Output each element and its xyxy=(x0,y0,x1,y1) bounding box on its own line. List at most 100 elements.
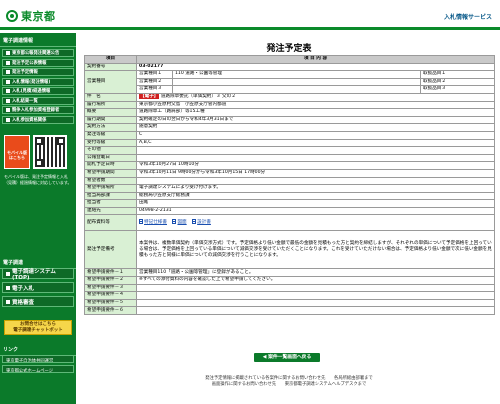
sidebar-item-bid-results[interactable]: 入札結果一覧 xyxy=(2,96,74,105)
sidebar: 電子調達情報 東京都公報発注関連公告 発注予定公表情報 発注予定情報 入札情報(… xyxy=(0,33,76,404)
subject-cell: 【電子】 道路除草委託（単価契約）３ 父の２ xyxy=(135,92,496,102)
row-label: 履行期間 xyxy=(84,115,137,125)
sidebar-item-gazette[interactable]: 東京都公報発注関連公告 xyxy=(2,49,74,57)
handled-item-label: 取扱品目２ xyxy=(419,77,496,87)
system-title: 入札情報サービス xyxy=(443,14,492,21)
sidebar-item-e-bidding[interactable]: 電子入札 xyxy=(2,282,74,293)
back-to-list-button[interactable]: ◀ 案件一覧画面へ戻る xyxy=(254,353,320,362)
page-title: 発注予定表 xyxy=(266,44,312,54)
row-value xyxy=(135,298,496,308)
row-value: 契約確定の日の翌日から令和4年3月31日まで xyxy=(135,115,496,125)
subject-text: 道路除草委託（単価契約）３ 父の２ xyxy=(160,94,236,100)
table-row: 履行期間 契約確定の日の翌日から令和4年3月31日まで xyxy=(84,115,496,125)
table-row: 配布資料等 特記仕様書 図面 設計書 xyxy=(84,214,496,232)
electronic-badge: 【電子】 xyxy=(139,94,160,100)
sidebar-link-tokyo-official[interactable]: 東京都公式ホームページ xyxy=(2,365,74,373)
row-value xyxy=(135,153,496,163)
row-value: 電子調達システムにより受け付けます。 xyxy=(135,184,496,193)
table-row: 希望申請要件－６ xyxy=(84,306,496,316)
footer-contact-line2: 画面操作に関するお問い合わせ先 東京都電子調達システムヘルプデスクまで xyxy=(211,382,367,387)
table-row: 契約番号 03-02177 xyxy=(84,62,496,72)
table-row: 概要 道路除草工（路肩部）等15工種 xyxy=(84,108,496,117)
row-value xyxy=(135,291,496,300)
bullet-icon xyxy=(6,285,10,290)
table-row: 発注等級 C xyxy=(84,130,496,140)
contract-number: 03-02177 xyxy=(135,62,496,72)
row-value xyxy=(135,146,496,155)
row-label: 希望申請場所 xyxy=(84,184,137,193)
tokyo-emblem-icon xyxy=(6,10,18,22)
table-row: 受付等級 A,B,C xyxy=(84,138,496,148)
sidebar-item-order-forecast-public[interactable]: 発注予定公表情報 xyxy=(2,58,74,67)
sidebar-item-qualification-review[interactable]: 資格審査 xyxy=(2,296,74,307)
table-row: 契約方法 随意契約 xyxy=(84,123,496,132)
row-label: 担当者 xyxy=(84,199,137,208)
row-label: 希望申請要件－１ xyxy=(84,268,137,278)
sidebar-item-qualification[interactable]: 入札参加資格関係 xyxy=(2,115,74,124)
sidebar-links: 東京電子自治体共同運営 東京都公式ホームページ xyxy=(0,355,76,375)
pdf-file-icon xyxy=(172,219,177,225)
header-item: 項目 xyxy=(84,55,137,64)
table-row: その他 xyxy=(84,146,496,155)
footer: 発注予定情報に掲載されている各案件に関するお問い合わせ先 各局所総由部署まで 画… xyxy=(84,376,494,388)
table-row: 希望申請要件－４ xyxy=(84,291,496,300)
bullet-icon xyxy=(6,79,10,84)
table-row: 希望者数 xyxy=(84,176,496,186)
top-bar: 東京都 入札情報サービス xyxy=(0,0,500,30)
row-value: 随意契約 xyxy=(135,123,496,132)
table-header-row: 項目 項 目 内 容 xyxy=(84,55,496,64)
row-label: 発注等級 xyxy=(84,130,137,140)
row-value xyxy=(135,176,496,186)
handled-item-label: 取扱品目１ xyxy=(419,70,496,79)
row-value xyxy=(135,306,496,316)
logo-text: 東京都 xyxy=(21,10,56,23)
row-value: ※すべての添付資料の内容を確認した上で希望申請してください。 xyxy=(135,276,496,285)
tokyo-logo[interactable]: 東京都 xyxy=(6,8,56,24)
table-row: 希望申請要件－２ ※すべての添付資料の内容を確認した上で希望申請してください。 xyxy=(84,276,496,285)
docs-cell: 特記仕様書 図面 設計書 xyxy=(135,214,496,232)
row-value: 04998-2-2131 xyxy=(135,206,496,216)
chatbot-help-button[interactable]: お問合せはこちら 電子調達チャットボット xyxy=(4,320,72,335)
mobile-version-button[interactable]: モバイル版 はこちら xyxy=(4,135,30,169)
table-row: 発注予定備考 本案件は、複数単価契約（単価交渉方式）です。予定価格より低い金額で… xyxy=(84,230,496,270)
sidebar-link-joint-operation[interactable]: 東京電子自治体共同運営 xyxy=(2,355,74,363)
row-label: 公報登載日 xyxy=(84,153,137,163)
doc-link-specifications[interactable]: 特記仕様書 xyxy=(144,220,167,225)
row-value xyxy=(135,283,496,293)
sidebar-item-bid-progress[interactable]: 入札(見積)経過情報 xyxy=(2,87,74,95)
table-row: 希望申請場所 電子調達システムにより受け付けます。 xyxy=(84,184,496,193)
bullet-icon xyxy=(6,108,10,112)
table-row: 営業種目３ 取扱品目３ xyxy=(85,85,496,94)
sidebar-item-e-procurement-top[interactable]: 電子調達システム(TOP) xyxy=(2,268,74,281)
bullet-icon xyxy=(6,271,10,276)
doc-link-drawings[interactable]: 図面 xyxy=(177,220,186,225)
table-row: 件 名 【電子】 道路除草委託（単価契約）３ 父の２ xyxy=(84,92,496,102)
row-value: 道路除草工（路肩部）等15工種 xyxy=(135,108,496,117)
row-label: 希望者数 xyxy=(84,176,137,186)
row-label: 担当局部課 xyxy=(84,191,137,201)
row-value: 田尾 xyxy=(135,199,496,208)
bullet-icon xyxy=(6,51,10,55)
row-label: 営業種目 xyxy=(84,70,137,94)
table-row: 希望申請要件－３ xyxy=(84,283,496,293)
row-label: 開札予定日時 xyxy=(84,161,137,170)
table-row: 公報登載日 xyxy=(84,153,496,163)
table-row: 希望申請要件－１ 営業種目110「道路・公園等管理」に登録があること。 xyxy=(84,268,496,278)
order-detail-table: 項目 項 目 内 容 契約番号 03-02177 営業種目 営業種目１ 110 … xyxy=(84,55,496,316)
sidebar-item-bid-info[interactable]: 入札情報(発注情報) xyxy=(2,77,74,86)
row-label: 希望申請期間 xyxy=(84,168,137,178)
row-label: 希望申請要件－４ xyxy=(84,291,137,300)
table-row: 開札予定日時 令和3年10月27日 10時10分 xyxy=(84,161,496,170)
sidebar-item-order-forecast[interactable]: 発注予定情報 xyxy=(2,68,74,76)
pdf-file-icon xyxy=(139,219,143,225)
bullet-icon xyxy=(6,70,10,74)
table-row: 担当者 田尾 xyxy=(84,199,496,208)
header-content: 項 目 内 容 xyxy=(135,55,496,64)
row-label: 契約方法 xyxy=(84,123,137,132)
business-type-value xyxy=(172,85,421,94)
sidebar-e-procurement-menu: 電子調達システム(TOP) 電子入札 資格審査 xyxy=(0,268,76,310)
row-value: 東京都小笠原村父島 小笠原支庁管内都道 xyxy=(135,100,496,110)
doc-link-design[interactable]: 設計書 xyxy=(197,220,211,225)
row-value: 営業種目110「道路・公園等管理」に登録があること。 xyxy=(135,268,496,278)
sidebar-item-qualified-registrants[interactable]: 競争入札参加資格登録者 xyxy=(2,106,74,114)
